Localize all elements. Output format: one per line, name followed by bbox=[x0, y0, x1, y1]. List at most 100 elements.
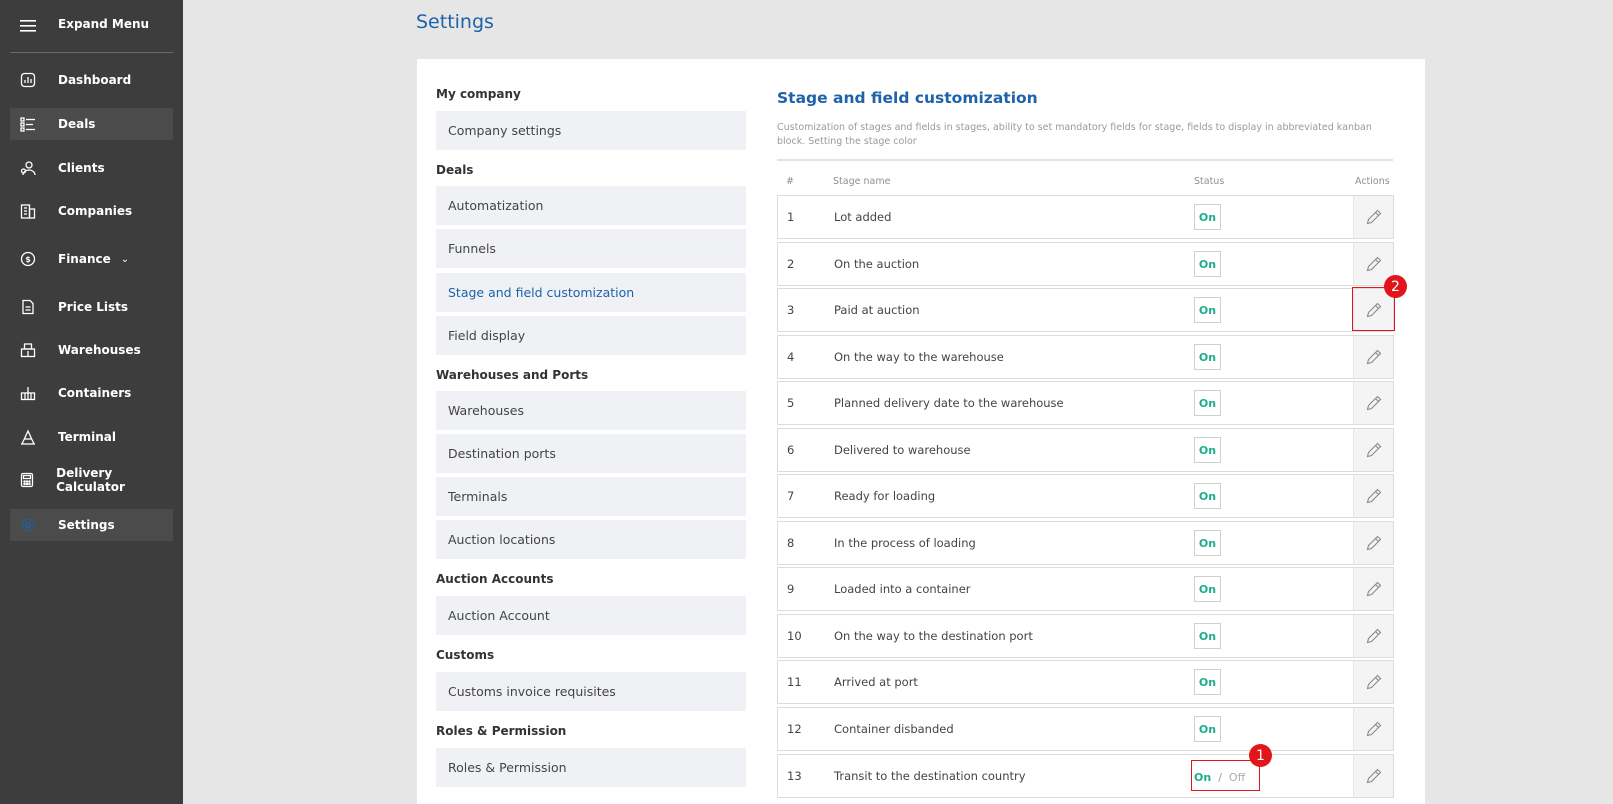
sidebar-item-finance[interactable]: $ Finance ⌄ bbox=[10, 243, 173, 275]
row-number: 5 bbox=[787, 396, 795, 410]
sidebar-item-containers[interactable]: Containers bbox=[10, 377, 173, 409]
edit-button[interactable] bbox=[1353, 522, 1393, 564]
sidebar-item-dashboard[interactable]: Dashboard bbox=[10, 64, 173, 96]
status-toggle[interactable]: On bbox=[1194, 669, 1221, 695]
sidebar-item-warehouses[interactable]: Warehouses bbox=[10, 334, 173, 366]
table-row: 11 Arrived at port On bbox=[777, 660, 1394, 704]
menu-item-funnels[interactable]: Funnels bbox=[436, 229, 746, 268]
menu-item-auction-locations[interactable]: Auction locations bbox=[436, 520, 746, 559]
menu-item-company-settings[interactable]: Company settings bbox=[436, 111, 746, 150]
edit-button[interactable] bbox=[1353, 708, 1393, 750]
status-toggle[interactable]: On bbox=[1194, 623, 1221, 649]
sidebar-item-terminal[interactable]: Terminal bbox=[10, 421, 173, 453]
table-row: 9 Loaded into a container On bbox=[777, 567, 1394, 611]
status-toggle[interactable]: On bbox=[1194, 576, 1221, 602]
row-number: 9 bbox=[787, 582, 795, 596]
sidebar-item-deals[interactable]: Deals bbox=[10, 108, 173, 140]
sidebar-item-label: Companies bbox=[58, 204, 133, 218]
row-number: 11 bbox=[787, 675, 802, 689]
table-row: 12 Container disbanded On bbox=[777, 707, 1394, 751]
clients-icon bbox=[18, 158, 38, 178]
menu-item-customs-invoice-requisites[interactable]: Customs invoice requisites bbox=[436, 672, 746, 711]
menu-item-field-display[interactable]: Field display bbox=[436, 316, 746, 355]
stage-name: In the process of loading bbox=[834, 536, 976, 550]
sidebar-item-label: Delivery Calculator bbox=[56, 466, 125, 494]
stage-name: Delivered to warehouse bbox=[834, 443, 971, 457]
section-description: Customization of stages and fields in st… bbox=[777, 122, 1372, 147]
menu-section-title: My company bbox=[436, 87, 521, 101]
row-number: 1 bbox=[787, 210, 795, 224]
stage-name: Lot added bbox=[834, 210, 892, 224]
sidebar-item-companies[interactable]: Companies bbox=[10, 195, 173, 227]
table-row: 8 In the process of loading On bbox=[777, 521, 1394, 565]
sidebar-item-price-lists[interactable]: Price Lists bbox=[10, 291, 173, 323]
edit-button[interactable] bbox=[1353, 475, 1393, 517]
edit-button[interactable] bbox=[1353, 568, 1393, 610]
menu-item-warehouses[interactable]: Warehouses bbox=[436, 391, 746, 430]
svg-text:$: $ bbox=[25, 255, 31, 264]
pencil-icon bbox=[1366, 442, 1381, 458]
status-toggle[interactable]: On bbox=[1194, 390, 1221, 416]
annotation-badge-2: 2 bbox=[1384, 275, 1407, 298]
expand-menu-button[interactable]: Expand Menu bbox=[10, 0, 173, 53]
menu-item-automatization[interactable]: Automatization bbox=[436, 186, 746, 225]
table-row: 5 Planned delivery date to the warehouse… bbox=[777, 381, 1394, 425]
pencil-icon bbox=[1366, 349, 1381, 365]
menu-section-title: Warehouses and Ports bbox=[436, 368, 589, 382]
edit-button[interactable] bbox=[1353, 336, 1393, 378]
menu-item-destination-ports[interactable]: Destination ports bbox=[436, 434, 746, 473]
status-toggle[interactable]: On bbox=[1194, 530, 1221, 556]
status-toggle[interactable]: On bbox=[1194, 204, 1221, 230]
annotation-badge-1: 1 bbox=[1249, 744, 1272, 767]
section-title: Stage and field customization bbox=[777, 89, 1038, 107]
menu-item-terminals[interactable]: Terminals bbox=[436, 477, 746, 516]
status-toggle[interactable]: On bbox=[1194, 716, 1221, 742]
pencil-icon bbox=[1366, 488, 1381, 504]
edit-button[interactable] bbox=[1353, 661, 1393, 703]
sidebar-item-label: Dashboard bbox=[58, 73, 132, 87]
edit-button[interactable] bbox=[1353, 615, 1393, 657]
status-toggle[interactable]: On bbox=[1194, 297, 1221, 323]
table-row: 7 Ready for loading On bbox=[777, 474, 1394, 518]
calculator-icon bbox=[18, 470, 36, 490]
status-toggle[interactable]: On bbox=[1194, 437, 1221, 463]
status-toggle[interactable]: On bbox=[1194, 483, 1221, 509]
pencil-icon bbox=[1366, 209, 1381, 225]
expand-menu-label: Expand Menu bbox=[58, 17, 150, 31]
pencil-icon bbox=[1366, 674, 1381, 690]
row-number: 7 bbox=[787, 489, 795, 503]
status-toggle[interactable]: On bbox=[1194, 344, 1221, 370]
edit-button[interactable] bbox=[1353, 755, 1393, 797]
row-number: 10 bbox=[787, 629, 802, 643]
menu-item-stage-and-field-customization[interactable]: Stage and field customization bbox=[436, 273, 746, 312]
sidebar-item-clients[interactable]: Clients bbox=[10, 152, 173, 184]
sidebar-item-label: Clients bbox=[58, 161, 105, 175]
highlight-box-status-toggle-row-13 bbox=[1191, 760, 1260, 791]
row-number: 2 bbox=[787, 257, 795, 271]
menu-item-auction-account[interactable]: Auction Account bbox=[436, 596, 746, 635]
table-row: 2 On the auction On bbox=[777, 242, 1394, 286]
menu-section-title: Auction Accounts bbox=[436, 572, 554, 586]
pencil-icon bbox=[1366, 256, 1381, 272]
sidebar-item-label: Deals bbox=[58, 117, 96, 131]
status-toggle[interactable]: On bbox=[1194, 251, 1221, 277]
terminal-icon bbox=[18, 427, 38, 447]
edit-button[interactable] bbox=[1353, 196, 1393, 238]
warehouses-icon bbox=[18, 340, 38, 360]
pencil-icon bbox=[1366, 628, 1381, 644]
stage-name: On the way to the destination port bbox=[834, 629, 1033, 643]
sidebar-item-settings[interactable]: Settings bbox=[10, 509, 173, 541]
table-row: 3 Paid at auction On bbox=[777, 288, 1394, 332]
table-row: 13 Transit to the destination country On… bbox=[777, 754, 1394, 798]
edit-button[interactable] bbox=[1353, 382, 1393, 424]
sidebar-item-label: Price Lists bbox=[58, 300, 129, 314]
deals-icon bbox=[18, 114, 38, 134]
edit-button[interactable] bbox=[1353, 429, 1393, 471]
sidebar-item-label: Warehouses bbox=[58, 343, 141, 357]
menu-section-title: Deals bbox=[436, 163, 474, 177]
menu-item-roles-permission[interactable]: Roles & Permission bbox=[436, 748, 746, 787]
row-number: 8 bbox=[787, 536, 795, 550]
table-row: 10 On the way to the destination port On bbox=[777, 614, 1394, 658]
menu-section-title: Roles & Permission bbox=[436, 724, 567, 738]
sidebar-item-delivery-calculator[interactable]: Delivery Calculator bbox=[10, 464, 173, 496]
